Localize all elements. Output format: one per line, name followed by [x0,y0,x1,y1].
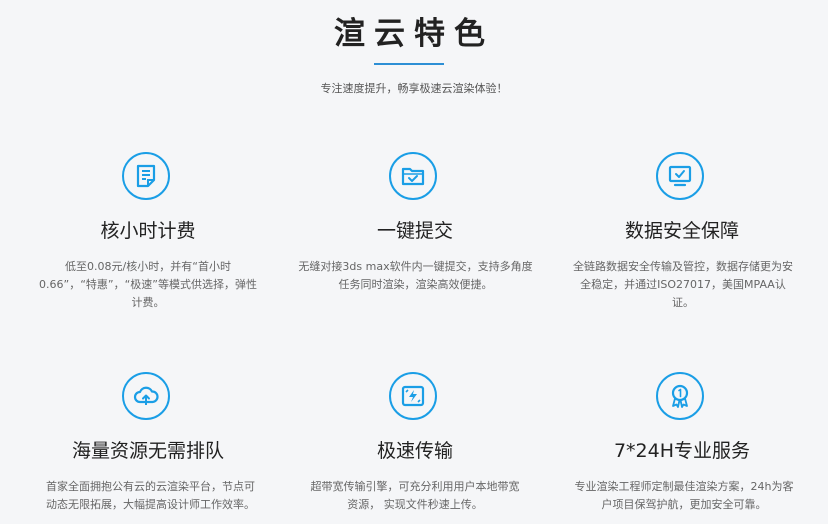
feature-massive-resources: 海量资源无需排队 首家全面拥抱公有云的云渲染平台，节点可动态无限拓展，大幅提高设… [23,372,273,524]
feature-desc: 超带宽传输引擎，可充分利用用户本地带宽资源， 实现文件秒速上传。 [310,480,520,511]
feature-desc: 首家全面拥抱公有云的云渲染平台，节点可动态无限拓展，大幅提高设计师工作效率。 [46,480,255,511]
feature-desc: 专业渲染工程师定制最佳渲染方案，24h为客户项目保驾护航，更加安全可靠。 [574,480,794,511]
page-title: 渲云特色 [334,16,494,52]
feature-billing: 核小时计费 低至0.08元/核小时，并有“首小时0.66”，“特惠”，“极速”等… [23,152,273,322]
feature-one-click-submit: 一键提交 无缝对接3ds max软件内一键提交，支持多角度任务同时渲染，渲染高效… [290,152,540,322]
feature-title: 核小时计费 [100,220,196,242]
feature-data-security: 数据安全保障 全链路数据安全传输及管控，数据存储更为安全稳定，并通过ISO270… [557,152,807,322]
title-divider [374,63,444,65]
feature-desc: 无缝对接3ds max软件内一键提交，支持多角度任务同时渲染，渲染高效便捷。 [298,260,533,291]
feature-desc: 低至0.08元/核小时，并有“首小时0.66”，“特惠”，“极速”等模式供选择，… [39,260,257,309]
feature-fast-transfer: 极速传输 超带宽传输引擎，可充分利用用户本地带宽资源， 实现文件秒速上传。 [290,372,540,524]
award-medal-icon [656,372,704,420]
feature-24h-service: 7*24H专业服务 专业渲染工程师定制最佳渲染方案，24h为客户项目保驾护航，更… [557,372,807,524]
feature-title: 数据安全保障 [624,220,739,242]
feature-title: 海量资源无需排队 [71,440,224,462]
feature-title: 极速传输 [376,440,453,462]
page-subtitle: 专注速度提升，畅享极速云渲染体验！ [320,82,508,95]
feature-title: 7*24H专业服务 [613,440,751,462]
cloud-upload-icon [122,372,170,420]
document-icon [122,152,170,200]
lightning-sync-icon [389,372,437,420]
feature-title: 一键提交 [376,220,453,242]
folder-check-icon [389,152,437,200]
feature-desc: 全链路数据安全传输及管控，数据存储更为安全稳定，并通过ISO27017，美国MP… [573,260,793,309]
monitor-check-icon [656,152,704,200]
